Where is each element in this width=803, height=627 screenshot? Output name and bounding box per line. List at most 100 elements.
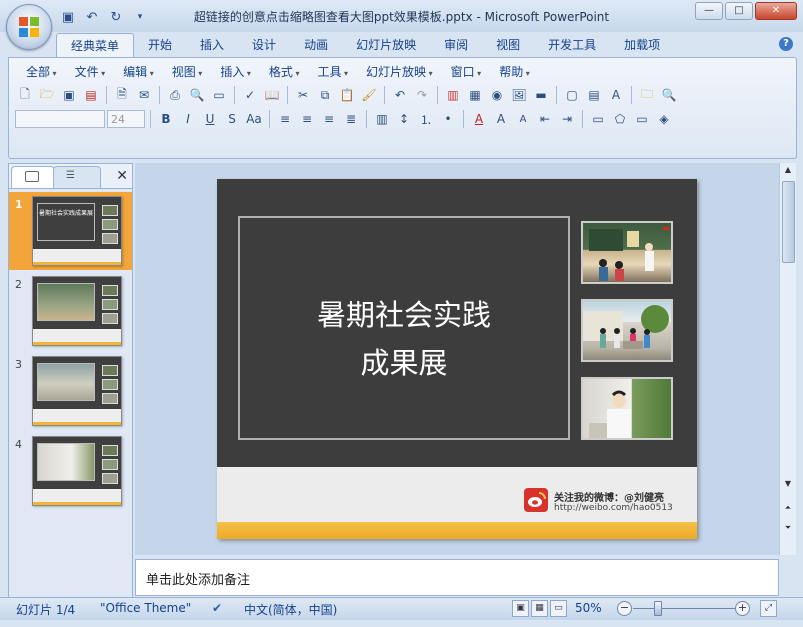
textbox-icon[interactable]: A bbox=[606, 85, 626, 105]
table-icon[interactable]: ▦ bbox=[465, 85, 485, 105]
line-color-icon[interactable]: ▬ bbox=[531, 85, 551, 105]
tab-insert[interactable]: 插入 bbox=[186, 33, 238, 57]
tab-slideshow[interactable]: 幻灯片放映 bbox=[342, 33, 430, 57]
cut-icon[interactable]: ✂ bbox=[293, 85, 313, 105]
permission-icon[interactable]: 🗎 bbox=[112, 85, 132, 105]
tab-view[interactable]: 视图 bbox=[482, 33, 534, 57]
open-icon[interactable]: 🗁 bbox=[37, 85, 57, 105]
font-color-icon[interactable]: A bbox=[469, 109, 489, 129]
zoom-level[interactable]: 50% bbox=[575, 601, 602, 615]
picture-icon[interactable]: 🖼 bbox=[509, 85, 529, 105]
next-slide-icon[interactable]: ⏷ bbox=[780, 523, 796, 533]
shape-style-icon[interactable]: ▭ bbox=[632, 109, 652, 129]
align-center-icon[interactable]: ≡ bbox=[297, 109, 317, 129]
grow-font-icon[interactable]: A bbox=[491, 109, 511, 129]
notes-pane[interactable]: 单击此处添加备注 bbox=[135, 559, 779, 596]
tab-animation[interactable]: 动画 bbox=[290, 33, 342, 57]
zoom-out-icon[interactable]: − bbox=[617, 601, 632, 616]
scroll-up-icon[interactable]: ▲ bbox=[780, 165, 796, 174]
folder-icon[interactable]: 🗀 bbox=[637, 85, 657, 105]
tab-classic-menu[interactable]: 经典菜单 bbox=[56, 33, 135, 58]
theme-name[interactable]: "Office Theme" bbox=[100, 601, 191, 615]
arrange-icon[interactable]: ▭ bbox=[588, 109, 608, 129]
thesaurus-icon[interactable]: 📖 bbox=[262, 85, 282, 105]
fit-to-window-icon[interactable]: ⤢ bbox=[760, 600, 777, 617]
shape-fill-icon[interactable]: ◈ bbox=[654, 109, 674, 129]
office-button[interactable] bbox=[6, 4, 52, 50]
email-icon[interactable]: ✉ bbox=[134, 85, 154, 105]
tab-slides[interactable] bbox=[11, 166, 55, 188]
line-spacing-icon[interactable]: ↕ bbox=[394, 109, 414, 129]
underline-icon[interactable]: U bbox=[200, 109, 220, 129]
font-size-combo[interactable]: 24 bbox=[107, 110, 145, 128]
panel-close-icon[interactable]: ✕ bbox=[116, 168, 128, 184]
zoom-search-icon[interactable]: 🔍 bbox=[659, 85, 679, 105]
minimize-button[interactable]: — bbox=[695, 2, 723, 20]
slide-thumbnail-4[interactable]: 4 bbox=[9, 432, 132, 510]
menu-all[interactable]: 全部 bbox=[17, 64, 66, 80]
menu-slideshow[interactable]: 幻灯片放映 bbox=[357, 64, 442, 80]
menu-view[interactable]: 视图 bbox=[163, 64, 212, 80]
change-case-icon[interactable]: Aa bbox=[244, 109, 264, 129]
copy-icon[interactable]: ⧉ bbox=[315, 85, 335, 105]
zoom-slider-track[interactable] bbox=[633, 608, 735, 609]
new-icon[interactable]: 🗋 bbox=[15, 85, 35, 105]
italic-icon[interactable]: I bbox=[178, 109, 198, 129]
bullets-icon[interactable]: • bbox=[438, 109, 458, 129]
save-file-icon[interactable]: ▣ bbox=[59, 85, 79, 105]
save-pdf-icon[interactable]: ▤ bbox=[81, 85, 101, 105]
shapes-icon[interactable]: ⬠ bbox=[610, 109, 630, 129]
columns-icon[interactable]: ▥ bbox=[372, 109, 392, 129]
slide-title[interactable]: 暑期社会实践 成果展 bbox=[238, 291, 570, 387]
align-left-icon[interactable]: ≡ bbox=[275, 109, 295, 129]
spelling-icon[interactable]: ✓ bbox=[240, 85, 260, 105]
undo-toolbar-icon[interactable]: ↶ bbox=[390, 85, 410, 105]
increase-indent-icon[interactable]: ⇥ bbox=[557, 109, 577, 129]
numbering-icon[interactable]: ⒈ bbox=[416, 109, 436, 129]
align-right-icon[interactable]: ≡ bbox=[319, 109, 339, 129]
previous-slide-icon[interactable]: ⏶ bbox=[780, 503, 796, 513]
zoom-in-icon[interactable]: + bbox=[735, 601, 750, 616]
slideshow-view-icon[interactable]: ▭ bbox=[550, 600, 567, 617]
tab-developer[interactable]: 开发工具 bbox=[534, 33, 610, 57]
bold-icon[interactable]: B bbox=[156, 109, 176, 129]
paste-icon[interactable]: 📋 bbox=[337, 85, 357, 105]
normal-view-icon[interactable]: ▣ bbox=[512, 600, 529, 617]
shadow-icon[interactable]: S bbox=[222, 109, 242, 129]
menu-tools[interactable]: 工具 bbox=[308, 64, 357, 80]
tab-addins[interactable]: 加载项 bbox=[610, 33, 674, 57]
thumbnail-photo-2[interactable] bbox=[581, 299, 673, 362]
spellcheck-icon[interactable]: ✔ bbox=[212, 601, 222, 615]
help-icon[interactable]: ? bbox=[779, 37, 793, 51]
slide-thumbnail-3[interactable]: 3 bbox=[9, 352, 132, 430]
print-icon[interactable]: ⎙ bbox=[165, 85, 185, 105]
vertical-scrollbar[interactable]: ▲ ▼ ⏶ ⏷ bbox=[779, 163, 796, 555]
shrink-font-icon[interactable]: A bbox=[513, 109, 533, 129]
slide-thumbnail-1[interactable]: 1 暑期社会实践成果展 bbox=[9, 192, 132, 270]
menu-format[interactable]: 格式 bbox=[260, 64, 309, 80]
chart-icon[interactable]: ▥ bbox=[443, 85, 463, 105]
menu-file[interactable]: 文件 bbox=[66, 64, 115, 80]
new-slide-icon[interactable]: ▢ bbox=[562, 85, 582, 105]
menu-window[interactable]: 窗口 bbox=[442, 64, 491, 80]
tab-review[interactable]: 审阅 bbox=[430, 33, 482, 57]
slide-sorter-icon[interactable]: ▦ bbox=[531, 600, 548, 617]
close-button[interactable]: ✕ bbox=[755, 2, 797, 20]
research-icon[interactable]: ▭ bbox=[209, 85, 229, 105]
format-painter-icon[interactable]: 🖌 bbox=[359, 85, 379, 105]
slide-thumbnail-2[interactable]: 2 bbox=[9, 272, 132, 350]
decrease-indent-icon[interactable]: ⇤ bbox=[535, 109, 555, 129]
redo-toolbar-icon[interactable]: ↷ bbox=[412, 85, 432, 105]
language-indicator[interactable]: 中文(简体，中国) bbox=[244, 601, 337, 618]
zoom-slider-thumb[interactable] bbox=[654, 601, 662, 616]
menu-edit[interactable]: 编辑 bbox=[114, 64, 163, 80]
tab-outline[interactable]: ☰ bbox=[53, 166, 101, 188]
layout-icon[interactable]: ▤ bbox=[584, 85, 604, 105]
thumbnail-photo-1[interactable] bbox=[581, 221, 673, 284]
justify-icon[interactable]: ≣ bbox=[341, 109, 361, 129]
clipart-icon[interactable]: ◉ bbox=[487, 85, 507, 105]
maximize-button[interactable]: □ bbox=[725, 2, 753, 20]
thumbnail-photo-3[interactable] bbox=[581, 377, 673, 440]
current-slide[interactable]: 暑期社会实践 成果展 关注我的微博：@刘健亮 http://weibo.com/… bbox=[217, 179, 697, 539]
print-preview-icon[interactable]: 🔍 bbox=[187, 85, 207, 105]
